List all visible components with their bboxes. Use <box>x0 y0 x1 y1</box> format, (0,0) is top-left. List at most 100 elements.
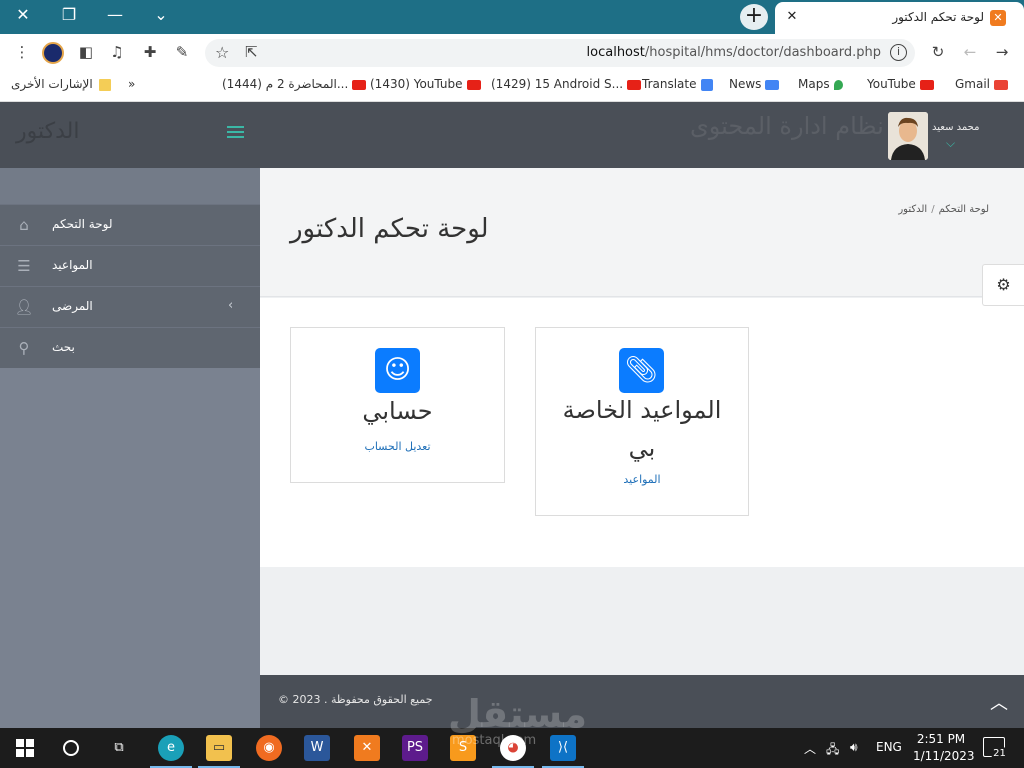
back-icon[interactable]: ← <box>960 42 980 62</box>
edit-account-link[interactable]: تعديل الحساب <box>291 440 504 453</box>
window-restore-button[interactable]: ❐ <box>46 0 92 30</box>
new-tab-button[interactable]: + <box>740 4 768 30</box>
smile-icon: ☺ <box>375 348 420 393</box>
page-header: لوحة التحكم /الدكتور لوحة تحكم الدكتور <box>260 168 1024 297</box>
bookmark-youtube-1430[interactable]: (1430) YouTube <box>370 77 485 91</box>
window-close-button[interactable]: ✕ <box>0 0 46 30</box>
more-menu-icon[interactable]: ⋮ <box>12 42 32 62</box>
bookmark-youtube[interactable]: YouTube <box>867 77 938 91</box>
site-info-icon[interactable]: i <box>890 44 907 61</box>
task-view-icon[interactable]: ⧉ <box>106 735 132 761</box>
edge-browser-icon[interactable]: e <box>150 735 192 768</box>
clock-date: 1/11/2023 <box>913 749 975 763</box>
card-title-line1: المواعيد الخاصة <box>562 396 722 424</box>
reload-icon[interactable]: ↻ <box>928 42 948 62</box>
bookmark-lecture[interactable]: (1444) المحاضرة 2 م... <box>222 77 370 91</box>
sidebar: ⌂ لوحة التحكم ☰ المواعيد 👤︎ المرضى ‹ ⚲ ب… <box>0 168 260 728</box>
chevron-left-icon[interactable]: ‹ <box>228 298 233 313</box>
gmail-icon <box>994 79 1009 90</box>
list-icon: ☰ <box>17 257 31 275</box>
tab-close-icon[interactable]: ✕ <box>783 8 801 26</box>
avatar-person-icon <box>888 112 928 160</box>
eyedropper-icon[interactable]: ✎ <box>172 42 192 62</box>
news-icon <box>765 79 780 90</box>
sidebar-item-search[interactable]: ⚲ بحث <box>0 327 260 368</box>
page-title: لوحة تحكم الدكتور <box>290 214 489 244</box>
youtube-icon <box>466 79 481 90</box>
bookmark-youtube-android[interactable]: (1429) 15 Android S... <box>491 77 645 91</box>
file-explorer-icon[interactable]: ▭ <box>198 735 240 768</box>
watermark-url: mostaql.com <box>452 733 537 748</box>
sidebar-item-appointments[interactable]: ☰ المواعيد <box>0 245 260 286</box>
other-bookmarks-folder[interactable]: الإشارات الأخرى <box>11 77 111 91</box>
sidebar-item-dashboard[interactable]: ⌂ لوحة التحكم <box>0 204 260 245</box>
gear-icon: ⚙ <box>996 275 1011 294</box>
clock-time: 2:51 PM <box>916 732 966 746</box>
bookmark-star-icon[interactable]: ☆ <box>215 43 229 62</box>
bookmark-gmail[interactable]: Gmail <box>955 77 1012 91</box>
notification-count-badge: 21 <box>991 746 1008 761</box>
brand-title[interactable]: الدكتور <box>16 119 79 144</box>
user-avatar[interactable] <box>888 112 928 160</box>
network-icon[interactable]: 🖧︎ <box>826 740 839 761</box>
card-title: حسابي <box>362 397 433 425</box>
system-title: نظام ادارة المحتوى <box>690 112 884 140</box>
sidebar-item-label: بحث <box>52 340 75 354</box>
extensions-icon[interactable]: ✚ <box>140 42 160 62</box>
breadcrumb-separator: / <box>931 204 935 215</box>
copyright-text: جميع الحقوق محفوظة . 2023 © <box>278 693 433 706</box>
phpstorm-icon[interactable]: PS <box>402 735 428 761</box>
bookmark-news[interactable]: News <box>729 77 783 91</box>
tray-overflow-chevron-icon[interactable]: ︿ <box>804 740 816 757</box>
user-name[interactable]: محمد سعيد <box>932 122 980 133</box>
bookmark-maps[interactable]: Maps <box>798 77 847 91</box>
home-icon: ⌂ <box>19 216 29 234</box>
browser-toolbar: ⋮ ◧ ♫ ✚ ✎ ☆ ⇱ localhost/hospital/hms/doc… <box>0 34 1024 70</box>
window-minimize-button[interactable]: — <box>92 0 138 30</box>
windows-start-icon[interactable] <box>12 735 38 761</box>
breadcrumb-root[interactable]: لوحة التحكم <box>939 204 989 215</box>
side-panel-icon[interactable]: ◧ <box>76 42 96 62</box>
dashboard-cards: ☺ حسابي تعديل الحساب 📎︎ المواعيد الخاصة … <box>260 298 1024 567</box>
scroll-to-top-chevron-icon[interactable]: ︿ <box>990 689 1008 715</box>
user-dropdown-chevron-icon[interactable]: ⌵ <box>946 136 955 151</box>
paperclip-icon: 📎︎ <box>619 348 664 393</box>
address-bar[interactable]: ☆ ⇱ localhost/hospital/hms/doctor/dashbo… <box>205 39 915 67</box>
search-circle-icon[interactable] <box>58 735 84 761</box>
forward-icon[interactable]: → <box>992 42 1012 62</box>
card-my-account: ☺ حسابي تعديل الحساب <box>290 327 505 483</box>
footer: جميع الحقوق محفوظة . 2023 © ︿ <box>260 675 1024 728</box>
youtube-icon <box>627 79 642 90</box>
xampp-favicon-icon: ✕ <box>990 10 1006 26</box>
volume-icon[interactable]: 🔊︎ <box>850 740 858 755</box>
vscode-icon[interactable]: ⟩⟨ <box>542 735 584 768</box>
bookmarks-bar: Gmail YouTube Maps News Translate (1429)… <box>0 70 1024 102</box>
user-icon: 👤︎ <box>14 298 34 316</box>
url-text[interactable]: localhost/hospital/hms/doctor/dashboard.… <box>587 45 881 60</box>
system-clock[interactable]: 2:51 PM 1/11/2023 <box>913 731 975 765</box>
main-content: لوحة التحكم/الدكتور لوحة تحكم الدكتور ⚙ … <box>260 168 1024 675</box>
xampp-icon[interactable]: ✕ <box>354 735 380 761</box>
appointments-link[interactable]: المواعيد <box>536 473 748 486</box>
sidebar-item-patients[interactable]: 👤︎ المرضى ‹ <box>0 286 260 327</box>
profile-avatar[interactable] <box>42 42 64 64</box>
word-icon[interactable]: W <box>304 735 330 761</box>
youtube-icon <box>352 79 367 90</box>
sidebar-item-label: المرضى <box>52 299 93 313</box>
folder-icon <box>98 78 111 91</box>
bookmarks-overflow-button[interactable]: » <box>128 77 135 91</box>
tab-search-button[interactable]: ⌄ <box>138 0 184 30</box>
app-header: الدكتور نظام ادارة المحتوى محمد سعيد ⌵ <box>0 102 1024 168</box>
maps-pin-icon <box>833 79 843 90</box>
browser-tab-active[interactable]: ✕ لوحة تحكم الدكتور ✕ <box>775 2 1024 34</box>
firefox-icon[interactable]: ◉ <box>256 735 282 761</box>
settings-gear-button[interactable]: ⚙ <box>982 264 1024 306</box>
sidebar-item-label: المواعيد <box>52 258 93 272</box>
share-icon[interactable]: ⇱ <box>245 43 258 61</box>
hamburger-menu-icon[interactable] <box>227 126 244 140</box>
bookmark-translate[interactable]: Translate <box>642 77 717 91</box>
translate-icon <box>700 78 713 91</box>
browser-tab-strip: ✕ ❐ — ⌄ + ✕ لوحة تحكم الدكتور ✕ <box>0 0 1024 34</box>
media-control-icon[interactable]: ♫ <box>107 42 127 62</box>
language-indicator[interactable]: ENG <box>876 740 902 754</box>
